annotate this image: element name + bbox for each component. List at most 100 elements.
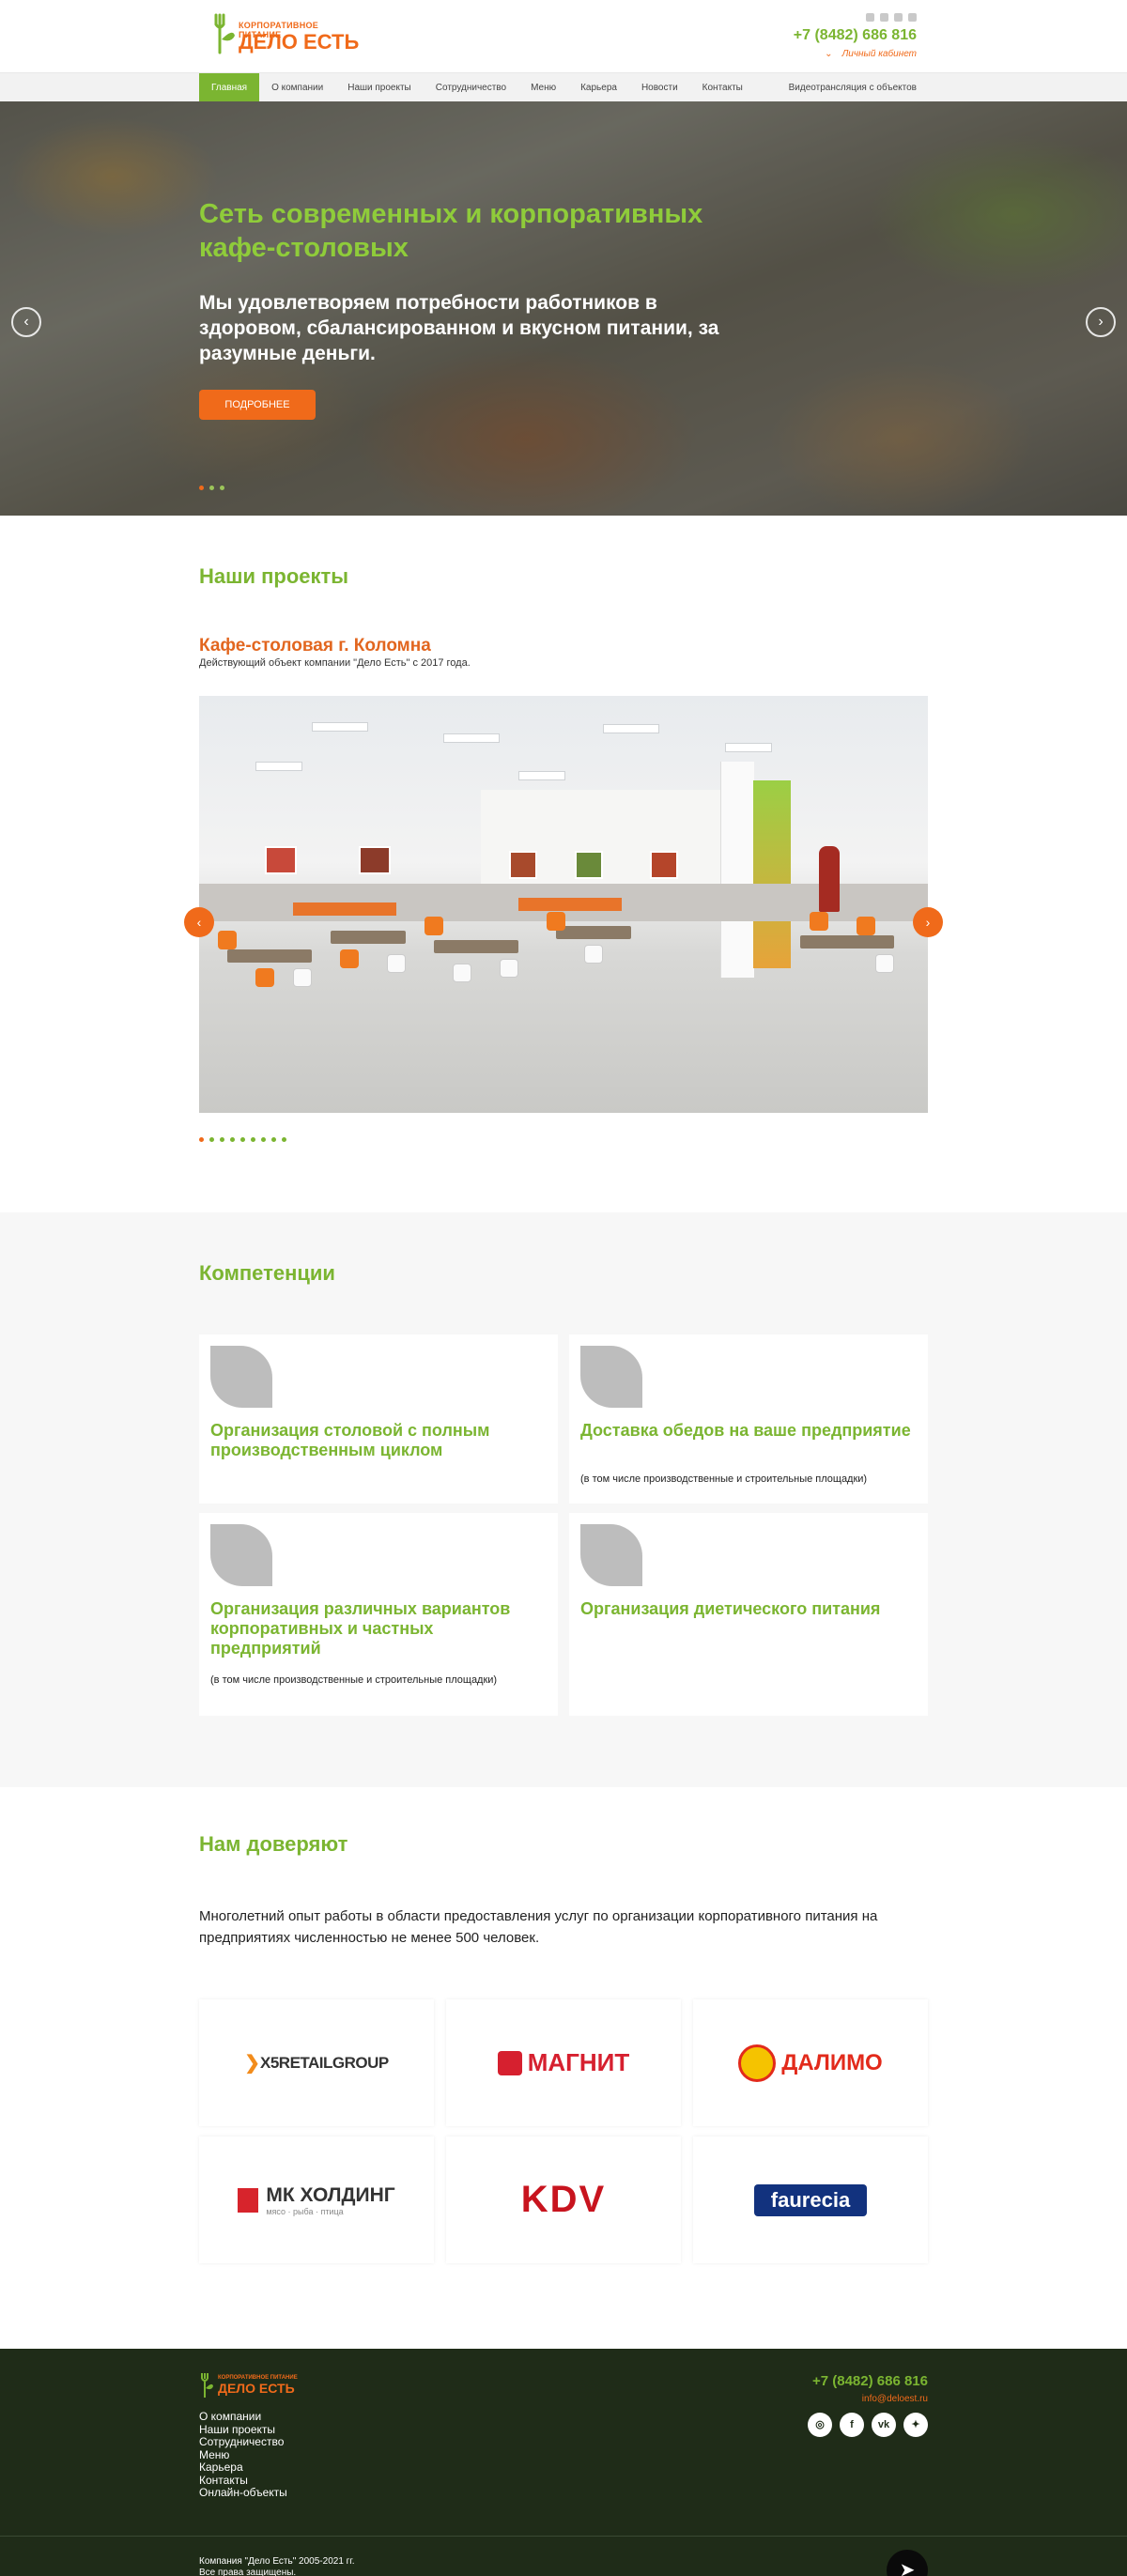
cabinet-link[interactable]: ⌄ Личный кабинет — [794, 49, 917, 59]
leaf-icon — [580, 1346, 642, 1408]
hero-dot[interactable] — [209, 486, 214, 490]
twitter-icon[interactable]: ✦ — [903, 2413, 928, 2437]
facebook-icon[interactable]: f — [840, 2413, 864, 2437]
leaf-icon — [580, 1524, 642, 1586]
wall-poster — [359, 846, 391, 874]
chair — [255, 968, 274, 987]
project-dot[interactable] — [230, 1137, 235, 1142]
header-phone[interactable]: +7 (8482) 686 816 — [794, 27, 917, 44]
hero-next-arrow-icon[interactable]: › — [1086, 307, 1116, 337]
magnit-wordmark: МАГНИТ — [527, 2048, 630, 2076]
chevron-down-icon: ⌄ — [825, 49, 833, 59]
footer-link-online[interactable]: Онлайн-объекты — [199, 2486, 287, 2500]
nav-item-career[interactable]: Карьера — [568, 73, 629, 102]
footer-socials: ◎ f vk ✦ — [808, 2413, 928, 2437]
competency-card[interactable]: Организация столовой с полным производст… — [199, 1334, 558, 1504]
twitter-icon[interactable] — [908, 13, 917, 22]
main-nav: Главная О компании Наши проекты Сотрудни… — [0, 72, 1127, 102]
magnit-emblem-icon — [497, 2050, 522, 2075]
hero-more-button[interactable]: ПОДРОБНЕЕ — [199, 390, 316, 420]
chair — [875, 954, 894, 973]
vk-icon[interactable]: vk — [872, 2413, 896, 2437]
competency-card[interactable]: Доставка обедов на ваше предприятие (в т… — [569, 1334, 928, 1504]
table — [434, 940, 518, 953]
hero-prev-arrow-icon[interactable]: ‹ — [11, 307, 41, 337]
client-logo-mk: МК ХОЛДИНГ мясо · рыба · птица — [199, 2136, 434, 2263]
competency-note: (в том числе производственные и строител… — [580, 1473, 868, 1485]
chair — [857, 917, 875, 935]
trust-title: Нам доверяют — [199, 1832, 348, 1856]
footer-phone[interactable]: +7 (8482) 686 816 — [812, 2373, 928, 2389]
chair — [500, 959, 518, 978]
table — [556, 926, 631, 939]
footer-logo[interactable]: КОРПОРАТИВНОЕ ПИТАНИЕ ДЕЛО ЕСТЬ — [199, 2371, 321, 2399]
wall-poster — [650, 851, 678, 879]
competency-title: Доставка обедов на ваше предприятие — [580, 1421, 911, 1440]
project-dot[interactable] — [240, 1137, 245, 1142]
footer-link-about[interactable]: О компании — [199, 2410, 287, 2424]
chair — [387, 954, 406, 973]
header-contacts: +7 (8482) 686 816 ⌄ Личный кабинет — [794, 13, 917, 59]
instagram-icon[interactable]: ◎ — [808, 2413, 832, 2437]
footer-link-contacts[interactable]: Контакты — [199, 2474, 287, 2488]
footer-links: О компании Наши проекты Сотрудничество М… — [199, 2410, 287, 2500]
project-photo — [199, 696, 928, 1113]
project-dot[interactable] — [220, 1137, 224, 1142]
client-logo-faurecia: faurecia — [693, 2136, 928, 2263]
project-dot[interactable] — [282, 1137, 286, 1142]
project-dot[interactable] — [251, 1137, 255, 1142]
nav-item-video[interactable]: Видеотрансляция с объектов — [789, 73, 917, 102]
project-dot[interactable] — [261, 1137, 266, 1142]
project-dot[interactable] — [209, 1137, 214, 1142]
facebook-icon[interactable] — [880, 13, 888, 22]
site-logo[interactable]: КОРПОРАТИВНОЕ ПИТАНИЕ ДЕЛО ЕСТЬ — [210, 11, 361, 58]
projects-title: Наши проекты — [199, 564, 349, 588]
green-column-wrap — [753, 780, 791, 968]
trust-section: Нам доверяют Многолетний опыт работы в о… — [0, 1787, 1127, 2349]
paper-plane-icon[interactable]: ➤ — [887, 2550, 928, 2576]
competency-card[interactable]: Организация диетического питания — [569, 1513, 928, 1716]
site-footer: КОРПОРАТИВНОЕ ПИТАНИЕ ДЕЛО ЕСТЬ О компан… — [0, 2349, 1127, 2536]
nav-item-news[interactable]: Новости — [629, 73, 690, 102]
footer-link-cooperation[interactable]: Сотрудничество — [199, 2435, 287, 2449]
footer-link-projects[interactable]: Наши проекты — [199, 2423, 287, 2437]
nav-item-menu[interactable]: Меню — [518, 73, 568, 102]
competency-card[interactable]: Организация различных вариантов корпорат… — [199, 1513, 558, 1716]
chair — [293, 968, 312, 987]
project-dot[interactable] — [199, 1137, 204, 1142]
faurecia-wordmark: faurecia — [753, 2183, 868, 2216]
table — [800, 935, 894, 949]
projects-section: Наши проекты Кафе-столовая г. Коломна Де… — [0, 516, 1127, 1212]
nav-item-about[interactable]: О компании — [259, 73, 335, 102]
vk-icon[interactable] — [894, 13, 903, 22]
nav-item-home[interactable]: Главная — [199, 73, 260, 102]
chair — [453, 964, 471, 982]
project-dot[interactable] — [271, 1137, 276, 1142]
ceiling-light — [312, 722, 368, 732]
nav-item-projects[interactable]: Наши проекты — [335, 73, 424, 102]
instagram-icon[interactable] — [866, 13, 874, 22]
nav-item-contacts[interactable]: Контакты — [690, 73, 755, 102]
project-pagination — [199, 1137, 286, 1142]
ceiling-light — [443, 733, 500, 743]
header-socials — [794, 13, 917, 22]
chair — [584, 945, 603, 964]
nav-item-cooperation[interactable]: Сотрудничество — [424, 73, 518, 102]
hero-dot[interactable] — [220, 486, 224, 490]
table — [227, 949, 312, 963]
project-prev-arrow-icon[interactable]: ‹ — [184, 907, 214, 937]
project-next-arrow-icon[interactable]: › — [913, 907, 943, 937]
nav-items: Главная О компании Наши проекты Сотрудни… — [199, 73, 755, 102]
competency-note: (в том числе производственные и строител… — [210, 1674, 498, 1686]
hero-dot[interactable] — [199, 486, 204, 490]
footer-link-career[interactable]: Карьера — [199, 2460, 287, 2475]
mk-wordmark: МК ХОЛДИНГ — [266, 2183, 395, 2206]
hero-title: Сеть современных и корпоративных кафе-ст… — [199, 199, 703, 263]
footer-link-menu[interactable]: Меню — [199, 2448, 287, 2462]
footer-email[interactable]: info@deloest.ru — [862, 2394, 928, 2404]
x5-wordmark: X5RETAILGROUP — [260, 2053, 389, 2072]
chair — [547, 912, 565, 931]
client-logo-x5: ❯ X5RETAILGROUP — [199, 1999, 434, 2126]
hero-slider: Сеть современных и корпоративных кафе-ст… — [0, 101, 1127, 516]
competency-title: Организация столовой с полным производст… — [210, 1421, 490, 1459]
